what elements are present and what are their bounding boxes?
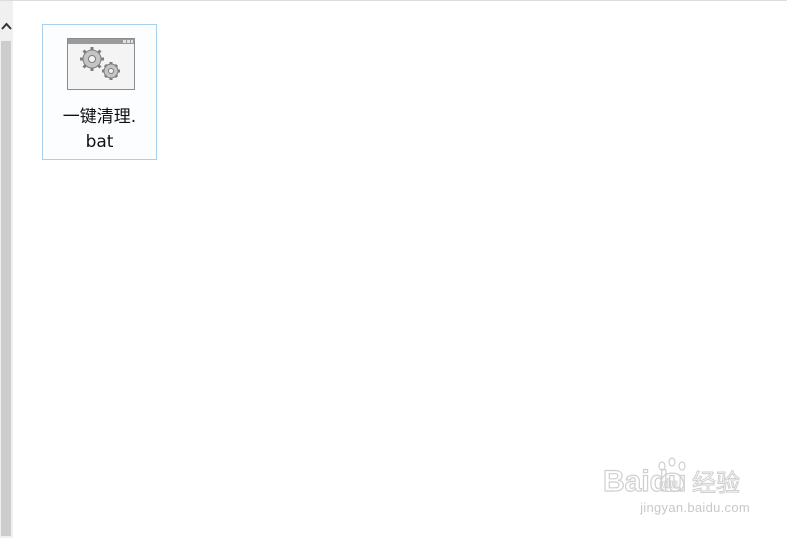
scrollbar-thumb[interactable] (1, 41, 11, 536)
watermark-url: jingyan.baidu.com (640, 500, 750, 515)
file-name-label: 一键清理. bat (62, 107, 137, 152)
file-item-batch[interactable]: 一键清理. bat (42, 24, 157, 160)
file-explorer-content: 一键清理. bat Baidu du 经验 jingyan.baidu.com (0, 0, 787, 538)
watermark-brand-cn: 经验 (692, 469, 740, 497)
batch-file-gears-icon (67, 38, 135, 90)
svg-text:du: du (662, 476, 678, 491)
vertical-scrollbar[interactable] (0, 1, 13, 538)
scroll-up-arrow-icon[interactable] (0, 19, 13, 33)
baidu-paw-logo-icon: Baidu du 经验 (602, 457, 741, 499)
baidu-jingyan-watermark: Baidu du 经验 jingyan.baidu.com (600, 453, 750, 523)
